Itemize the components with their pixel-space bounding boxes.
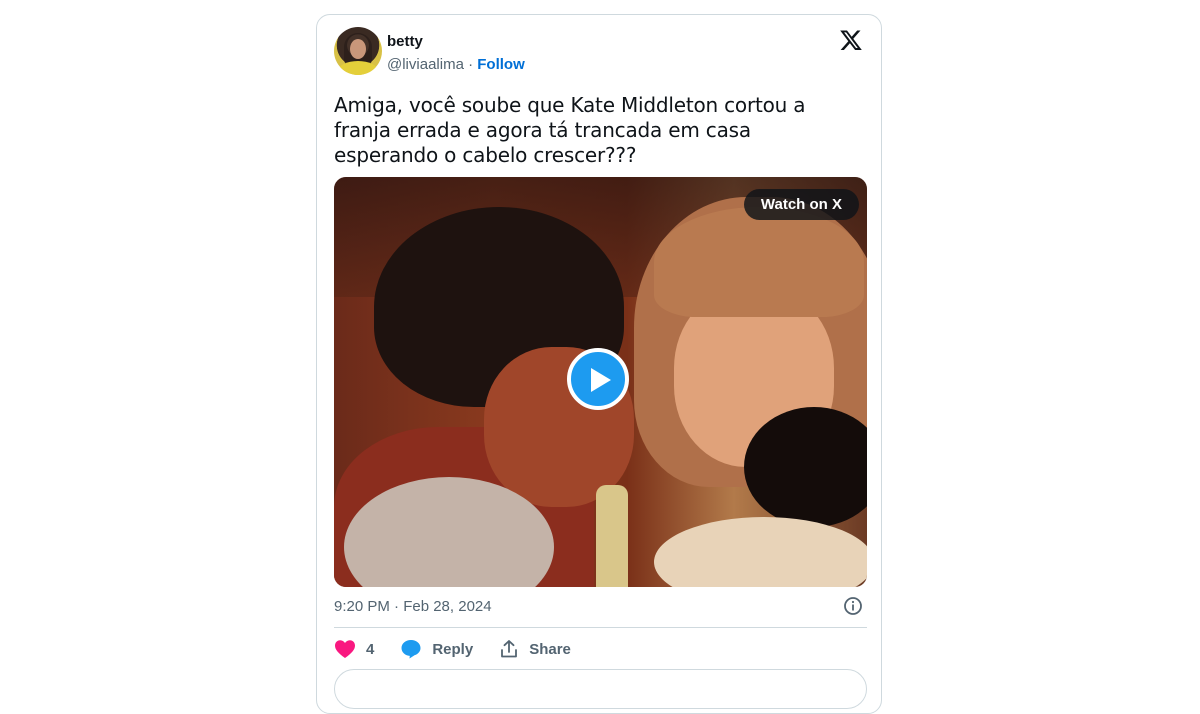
avatar[interactable] [334, 27, 382, 75]
handle-row: @liviaalima · Follow [387, 56, 525, 73]
separator: · [463, 56, 478, 73]
video-player[interactable]: Watch on X [334, 177, 867, 587]
tweet-card: betty @liviaalima · Follow Amiga, você s… [316, 14, 882, 714]
action-bar: 4 Reply Share [334, 637, 597, 661]
read-replies-button[interactable] [334, 669, 867, 709]
play-button[interactable] [567, 348, 629, 410]
share-button[interactable]: Share [499, 639, 571, 659]
reply-button[interactable]: Reply [400, 639, 473, 659]
x-logo-icon[interactable] [839, 28, 863, 52]
info-icon[interactable] [843, 596, 863, 616]
play-icon [591, 368, 611, 392]
tweet-text: Amiga, você soube que Kate Middleton cor… [334, 93, 806, 167]
reply-label: Reply [432, 640, 474, 658]
reply-icon [401, 640, 421, 659]
divider [334, 627, 867, 628]
heart-icon [335, 640, 355, 658]
share-icon [501, 640, 518, 658]
watch-on-x-button[interactable]: Watch on X [743, 189, 859, 220]
follow-link[interactable]: Follow [477, 56, 525, 73]
like-count: 4 [366, 640, 375, 658]
handle[interactable]: @liviaalima [387, 56, 464, 73]
display-name[interactable]: betty [387, 33, 423, 50]
timestamp[interactable]: 9:20 PM · Feb 28, 2024 [334, 598, 492, 615]
like-button[interactable]: 4 [334, 639, 374, 659]
share-label: Share [529, 640, 571, 658]
